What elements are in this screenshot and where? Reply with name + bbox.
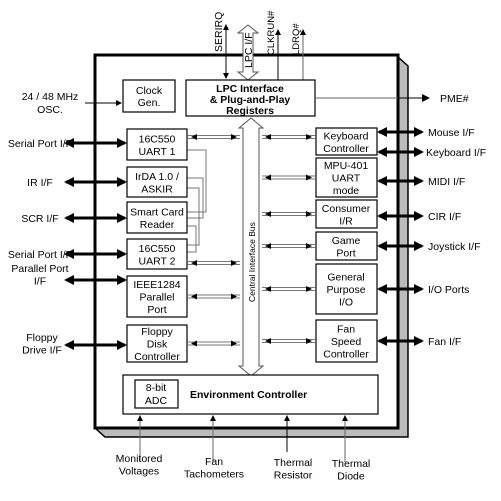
interface-label: Parallel Port [11,263,68,275]
block-label: 16C550 [139,243,176,255]
clock-gen-label: Gen. [138,97,161,109]
block-label: I/R [339,215,353,227]
block-label: Controller [323,349,369,361]
block-label: Parallel [139,292,174,304]
interface-label: SCR I/F [21,213,58,225]
block-label: Fan [337,324,355,336]
interface-label: Drive I/F [22,344,62,356]
environment-controller-label: Environment Controller [190,389,307,401]
interface-label: Keyboard I/F [426,147,486,159]
block-label: UART 2 [139,255,176,267]
block-label: ASKIR [141,183,173,195]
block-label: Controller [134,351,180,363]
block-label: mode [333,185,359,197]
interface-label: Serial Port I/F [8,138,72,150]
lpc-if-label: LPC I/F [243,32,255,68]
input-label: Resistor [274,469,313,481]
pme-label: PME# [440,93,469,105]
block-label: UART 1 [139,146,176,158]
block-label: Floppy [141,326,173,338]
input-label: Monitored [116,453,163,465]
block-label: Smart Card [130,206,184,218]
adc-label: ADC [145,395,168,407]
block-diagram: SERIRQ LPC I/F CLKRUN# LDRQ# Clock Gen. … [8,10,486,482]
block-label: Keyboard [324,130,369,142]
interface-label: I/F [34,275,46,287]
block-label: Reader [140,219,175,231]
block-label: Purpose [326,284,365,296]
central-bus-label: Central Interface Bus [247,222,257,302]
input-label: Thermal [274,457,313,469]
lpc-block-label: Registers [226,105,274,117]
clock-gen-label: Clock [136,85,163,97]
input-label: Diode [337,470,365,482]
block-label: Speed [331,336,362,348]
adc-label: 8-bit [146,382,167,394]
osc-label: OSC. [37,104,63,116]
interface-label: Joystick I/F [428,241,481,253]
interface-label: IR I/F [27,177,53,189]
block-label: Disk [147,339,168,351]
block-label: I/O [339,297,353,309]
interface-label: CIR I/F [428,211,461,223]
interface-label: Serial Port I/F [8,249,72,261]
block-label: Consumer [322,203,371,215]
serirq-label: SERIRQ [213,12,225,52]
interface-label: MIDI I/F [428,176,465,188]
clkrun-label: CLKRUN# [266,10,277,55]
interface-label: I/O Ports [428,284,469,296]
block-label: IEEE1284 [133,279,180,291]
interface-label: Fan I/F [428,336,461,348]
input-label: Thermal [332,458,371,470]
block-label: Game [332,235,361,247]
block-label: Port [336,247,355,259]
interface-label: Mouse I/F [428,127,475,139]
block-label: IrDA 1.0 / [135,171,179,183]
input-label: Voltages [119,465,159,477]
input-label: Tachometers [184,468,244,480]
block-label: General [327,272,364,284]
block-label: MPU-401 [324,160,369,172]
ldrq-label: LDRQ# [291,23,302,55]
interface-label: Floppy [26,332,58,344]
osc-label: 24 / 48 MHz [22,91,79,103]
block-label: UART [332,173,361,185]
input-label: Fan [205,456,223,468]
block-label: Controller [323,143,369,155]
block-label: Port [147,304,166,316]
block-label: 16C550 [139,133,176,145]
